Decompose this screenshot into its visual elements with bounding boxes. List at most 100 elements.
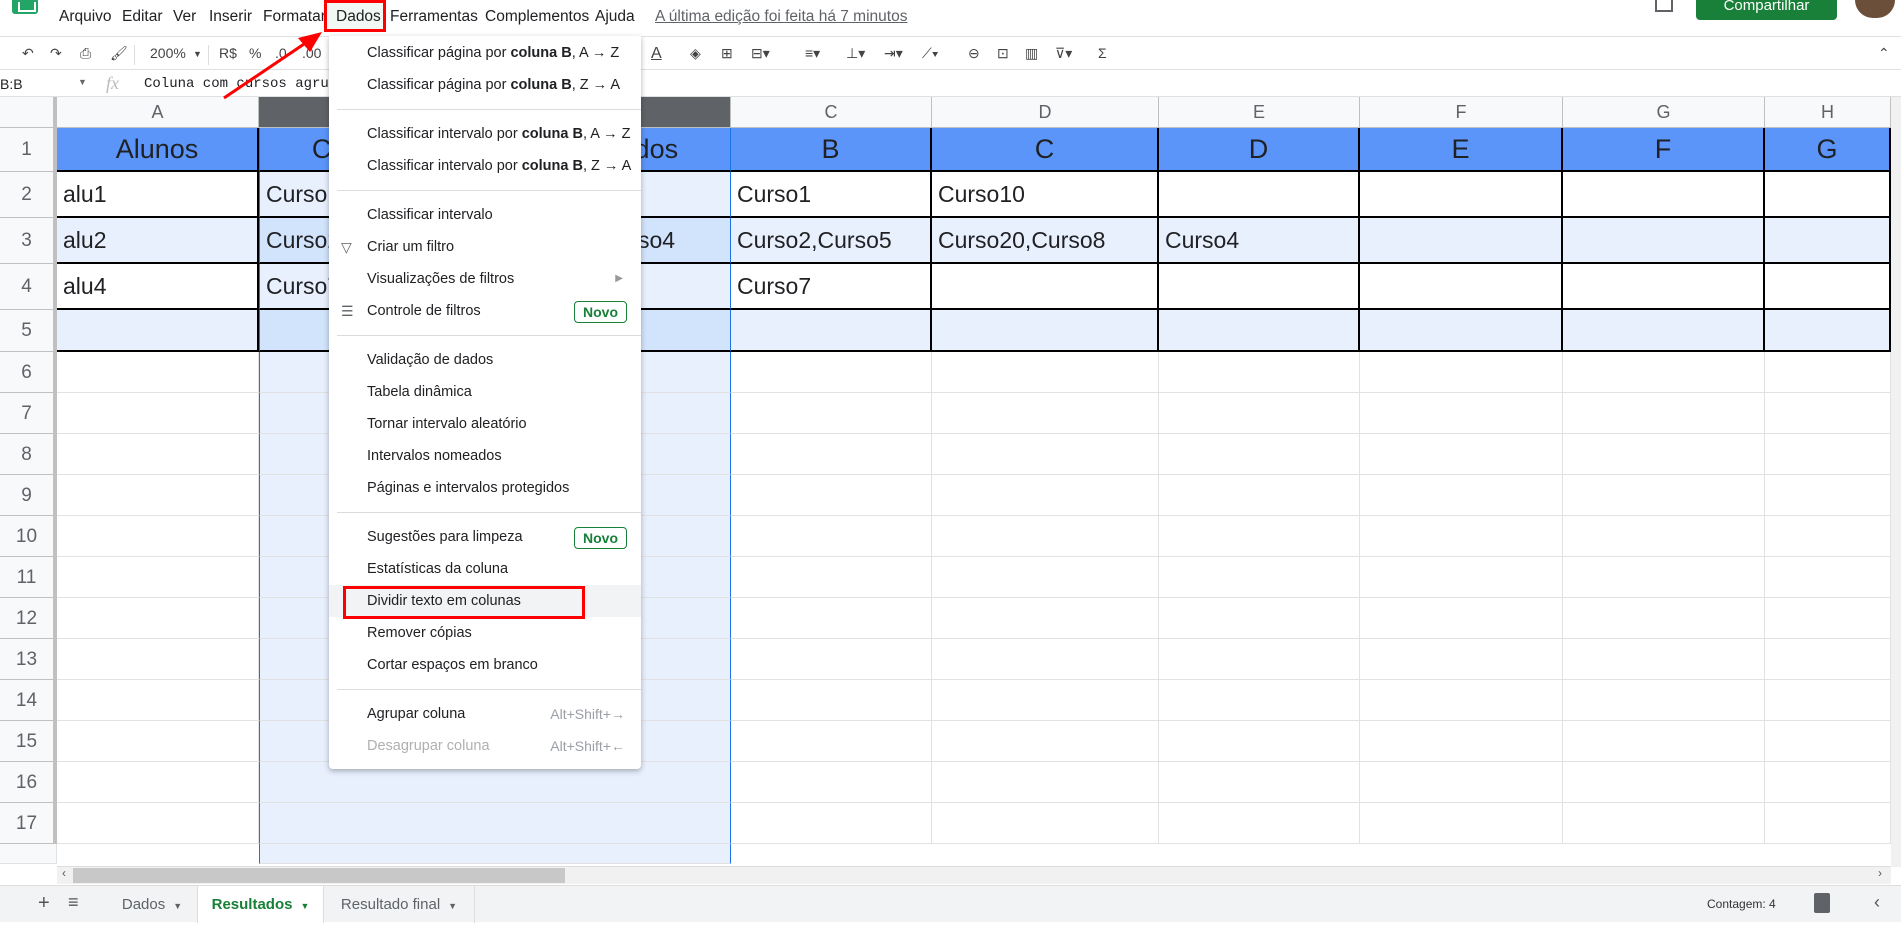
cell-e7[interactable] [1159, 393, 1360, 434]
cell-d14[interactable] [932, 680, 1159, 721]
cell-d2[interactable]: Curso10 [932, 172, 1159, 218]
menu-complementos[interactable]: Complementos [485, 8, 589, 26]
cell-a7[interactable] [57, 393, 259, 434]
cell-d3[interactable]: Curso20,Curso8 [932, 218, 1159, 264]
row-header-15[interactable]: 15 [0, 721, 57, 762]
menu-item-7[interactable]: Criar um filtro ▽ [329, 231, 641, 263]
cell-b17[interactable] [259, 803, 731, 844]
collapse-toolbar-icon[interactable]: ⌃ [1878, 45, 1890, 62]
cell-f15[interactable] [1360, 721, 1563, 762]
scrollbar-thumb[interactable] [73, 868, 565, 883]
cell-c10[interactable] [731, 516, 932, 557]
avatar[interactable] [1855, 0, 1895, 18]
cell-a14[interactable] [57, 680, 259, 721]
cell-a15[interactable] [57, 721, 259, 762]
cell-d10[interactable] [932, 516, 1159, 557]
cell-a17[interactable] [57, 803, 259, 844]
cell-h2[interactable] [1765, 172, 1891, 218]
cell-a10[interactable] [57, 516, 259, 557]
horizontal-align-icon[interactable]: ≡▾ [805, 45, 820, 62]
text-rotation-icon[interactable]: ⟋▾ [922, 45, 939, 62]
cell-c9[interactable] [731, 475, 932, 516]
chevron-down-icon[interactable]: ▼ [300, 901, 309, 911]
cell-g2[interactable] [1563, 172, 1765, 218]
cell-h14[interactable] [1765, 680, 1891, 721]
cell-g3[interactable] [1563, 218, 1765, 264]
cell-h3[interactable] [1765, 218, 1891, 264]
cell-c15[interactable] [731, 721, 932, 762]
cell-d17[interactable] [932, 803, 1159, 844]
row-header-1[interactable]: 1 [0, 128, 57, 172]
cell-d11[interactable] [932, 557, 1159, 598]
menu-item-20[interactable]: Remover cópias [329, 617, 641, 649]
cell-e1[interactable]: D [1159, 128, 1360, 172]
cell-f3[interactable] [1360, 218, 1563, 264]
cell-d15[interactable] [932, 721, 1159, 762]
cell-c1[interactable]: B [731, 128, 932, 172]
row-header-3[interactable]: 3 [0, 218, 57, 264]
cell-g8[interactable] [1563, 434, 1765, 475]
cell-f7[interactable] [1360, 393, 1563, 434]
cell-f10[interactable] [1360, 516, 1563, 557]
cell-e12[interactable] [1159, 598, 1360, 639]
cell-c8[interactable] [731, 434, 932, 475]
cell-c5[interactable] [731, 310, 932, 352]
menu-item-23[interactable]: Agrupar coluna Alt+Shift+→ [329, 698, 641, 730]
menu-item-13[interactable]: Tornar intervalo aleatório [329, 408, 641, 440]
column-header-g[interactable]: G [1563, 97, 1765, 128]
menu-item-14[interactable]: Intervalos nomeados [329, 440, 641, 472]
cell-f5[interactable] [1360, 310, 1563, 352]
cell-h11[interactable] [1765, 557, 1891, 598]
column-header-f[interactable]: F [1360, 97, 1563, 128]
explore-icon[interactable] [1814, 893, 1830, 913]
cell-g4[interactable] [1563, 264, 1765, 310]
cell-d7[interactable] [932, 393, 1159, 434]
sheet-tab-1[interactable]: Resultados ▼ [198, 886, 324, 923]
cell-c17[interactable] [731, 803, 932, 844]
row-header-7[interactable]: 7 [0, 393, 57, 434]
share-button[interactable]: Compartilhar [1696, 0, 1837, 20]
cell-g13[interactable] [1563, 639, 1765, 680]
vertical-scrollbar[interactable] [1891, 97, 1901, 867]
row-header-12[interactable]: 12 [0, 598, 57, 639]
cell-e15[interactable] [1159, 721, 1360, 762]
cell-a8[interactable] [57, 434, 259, 475]
filter-icon[interactable]: ⊽▾ [1055, 45, 1072, 62]
cell-e6[interactable] [1159, 352, 1360, 393]
cell-a11[interactable] [57, 557, 259, 598]
cell-a13[interactable] [57, 639, 259, 680]
cell-d8[interactable] [932, 434, 1159, 475]
cell-a3[interactable]: alu2 [57, 218, 259, 264]
cell-c4[interactable]: Curso7 [731, 264, 932, 310]
cell-e11[interactable] [1159, 557, 1360, 598]
cell-a2[interactable]: alu1 [57, 172, 259, 218]
add-sheet-icon[interactable]: + [38, 892, 50, 915]
cell-g1[interactable]: F [1563, 128, 1765, 172]
cell-f6[interactable] [1360, 352, 1563, 393]
cell-f17[interactable] [1360, 803, 1563, 844]
cell-g5[interactable] [1563, 310, 1765, 352]
text-color-button[interactable]: A [651, 45, 662, 63]
cell-c13[interactable] [731, 639, 932, 680]
cell-d12[interactable] [932, 598, 1159, 639]
row-header-18[interactable] [0, 844, 57, 864]
fill-color-icon[interactable]: ◈ [690, 45, 701, 62]
cell-d6[interactable] [932, 352, 1159, 393]
menu-item-21[interactable]: Cortar espaços em branco [329, 649, 641, 681]
cell-h7[interactable] [1765, 393, 1891, 434]
menu-item-17[interactable]: Sugestões para limpeza Novo [329, 521, 641, 553]
scroll-left-icon[interactable]: ‹ [62, 866, 66, 880]
cell-b18[interactable] [259, 844, 731, 864]
cell-e8[interactable] [1159, 434, 1360, 475]
cell-h6[interactable] [1765, 352, 1891, 393]
cell-a16[interactable] [57, 762, 259, 803]
cell-c7[interactable] [731, 393, 932, 434]
cell-d13[interactable] [932, 639, 1159, 680]
cell-c3[interactable]: Curso2,Curso5 [731, 218, 932, 264]
cell-f14[interactable] [1360, 680, 1563, 721]
cell-e5[interactable] [1159, 310, 1360, 352]
row-header-4[interactable]: 4 [0, 264, 57, 310]
cell-c6[interactable] [731, 352, 932, 393]
cell-e10[interactable] [1159, 516, 1360, 557]
cell-h9[interactable] [1765, 475, 1891, 516]
